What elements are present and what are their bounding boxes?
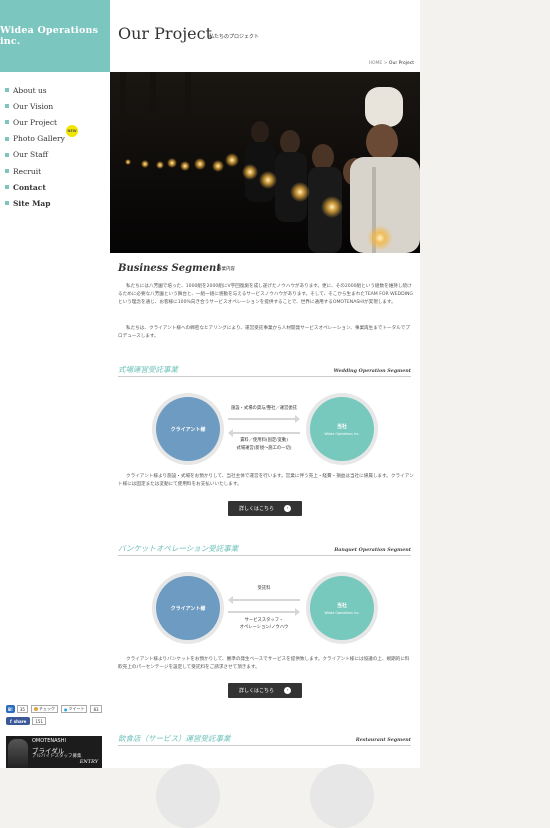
wedding-segment-heading: 式場運営受託事業 Wedding Operation Segment bbox=[118, 364, 411, 377]
banner-photo bbox=[8, 739, 28, 768]
arrow-right-icon bbox=[228, 608, 300, 616]
company-circle: 当社 Widea Operations Inc. bbox=[310, 576, 374, 640]
bullet-icon bbox=[5, 120, 9, 125]
bullet-icon bbox=[5, 185, 9, 190]
company-circle: 当社 Widea Operations Inc. bbox=[310, 397, 374, 461]
bullet-icon bbox=[5, 169, 9, 174]
arrow-right-circle-icon: › bbox=[284, 505, 291, 512]
nav-item-our-project[interactable]: Our Project bbox=[5, 114, 65, 130]
arrow-label-to-client-1: 賃料／使用料(固定/変動) bbox=[240, 438, 288, 443]
business-intro-paragraph: 私たちには八芳園で培った、1000組を2000組にV字回復劇を成し遂げたノウハウ… bbox=[118, 284, 413, 306]
client-circle-partial bbox=[156, 764, 220, 828]
banquet-details-button[interactable]: 詳しくはこちら › bbox=[228, 683, 302, 698]
sidebar: Widea Operations inc. About us Our Visio… bbox=[0, 0, 110, 768]
bullet-icon bbox=[5, 201, 9, 206]
nav-item-recruit[interactable]: Recruit bbox=[5, 163, 65, 179]
recruit-entry-banner[interactable]: OMOTENASHI ブライダル アルバイトスタッフ募集 ENTRY bbox=[6, 736, 102, 768]
site-logo[interactable]: Widea Operations inc. bbox=[0, 0, 110, 72]
business-segment-subtitle: 事業内容 bbox=[217, 267, 235, 272]
arrow-label-to-client-2: 式場運営(新規〜施工の一切) bbox=[236, 446, 292, 451]
business-intro-paragraph-2: 私たちは、クライアント様への綿密なヒアリングにより、運営受託事業から人材開発サー… bbox=[118, 326, 410, 340]
nav-item-our-vision[interactable]: Our Vision bbox=[5, 98, 65, 114]
main-nav: About us Our Vision Our Project Photo Ga… bbox=[5, 82, 78, 212]
nav-item-our-staff[interactable]: Our Staff bbox=[5, 147, 65, 163]
breadcrumb-home[interactable]: HOME bbox=[369, 61, 383, 66]
business-segment-title: Business Segment bbox=[118, 263, 221, 274]
company-circle-partial bbox=[310, 764, 374, 828]
client-circle: クライアント様 bbox=[156, 576, 220, 640]
facebook-icon: f bbox=[10, 718, 12, 724]
facebook-share-button[interactable]: f share bbox=[6, 717, 31, 725]
bullet-icon bbox=[5, 104, 9, 109]
wedding-details-button[interactable]: 詳しくはこちら › bbox=[228, 501, 302, 516]
main-content: Our Project 私たちのプロジェクト HOME > Our Projec… bbox=[110, 0, 420, 828]
wedding-segment-description: クライアント様より施設・式場をお預かりして、当社主体で運営を行います。営業に伴う… bbox=[118, 474, 414, 488]
facebook-count: 151 bbox=[32, 717, 47, 725]
arrow-label-service-1: サービススタッフ・ bbox=[244, 618, 284, 623]
hatena-count: 35 bbox=[16, 705, 28, 713]
bullet-icon bbox=[5, 88, 9, 93]
tweet-count: 83 bbox=[90, 705, 102, 713]
breadcrumb: HOME > Our Project bbox=[368, 61, 414, 66]
nav-item-site-map[interactable]: Site Map bbox=[5, 195, 65, 211]
client-circle: クライアント様 bbox=[156, 397, 220, 461]
arrow-right-circle-icon: › bbox=[284, 687, 291, 694]
arrow-right-icon bbox=[228, 415, 300, 423]
tweet-button[interactable]: ● ツイート bbox=[60, 705, 88, 713]
arrow-label-to-company: 施設・式場の貸与/整社／運営委託 bbox=[231, 406, 297, 411]
hatena-bookmark-button[interactable]: B! bbox=[6, 705, 15, 713]
social-buttons: B! 35 チェック ● ツイート 83 f share 151 bbox=[6, 705, 105, 729]
nav-item-about-us[interactable]: About us bbox=[5, 82, 65, 98]
bullet-icon bbox=[5, 152, 9, 157]
arrow-left-icon bbox=[228, 429, 300, 437]
candle-ceremony-image bbox=[110, 72, 420, 253]
new-badge: NEW bbox=[66, 124, 78, 137]
nav-item-photo-gallery[interactable]: Photo Gallery NEW bbox=[5, 124, 78, 147]
banquet-segment-description: クライアント様よりバンケットをお預かりして、審準の発生ベースでサービスを提供致し… bbox=[118, 657, 410, 671]
mixi-icon bbox=[33, 707, 38, 711]
hero-photo bbox=[110, 72, 420, 253]
page-title: Our Project bbox=[118, 24, 213, 43]
mixi-check-button[interactable]: チェック bbox=[30, 705, 58, 713]
arrow-label-fee: 受託料 bbox=[257, 586, 271, 591]
arrow-left-icon bbox=[228, 596, 300, 604]
arrow-label-service-2: オペレーション/ノウハウ bbox=[239, 625, 289, 630]
banquet-segment-heading: バンケットオペレーション受託事業 Banquet Operation Segme… bbox=[118, 543, 411, 556]
nav-item-contact[interactable]: Contact bbox=[5, 179, 65, 195]
page-subtitle: 私たちのプロジェクト bbox=[209, 34, 260, 40]
bullet-icon bbox=[5, 136, 9, 141]
breadcrumb-current: Our Project bbox=[388, 61, 414, 66]
restaurant-segment-heading: 飲食店（サービス）運営受託事業 Restaurant Segment bbox=[118, 733, 411, 746]
twitter-icon: ● bbox=[63, 706, 68, 712]
